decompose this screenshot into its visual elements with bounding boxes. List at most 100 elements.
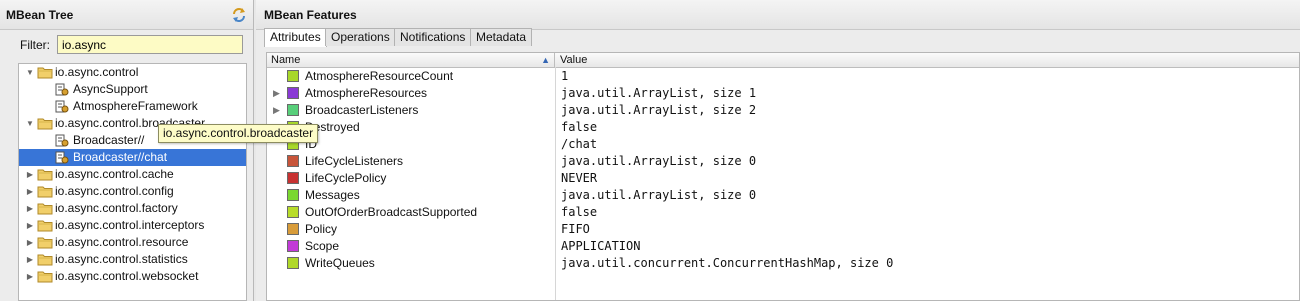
tree-folder-item[interactable]: ▶ io.async.control.interceptors [19,217,246,234]
collapsed-triangle-icon[interactable]: ▶ [25,183,35,200]
attribute-type-icon [287,172,299,184]
attributes-table: Name ▲ Value AtmosphereResourceCount 1 ▶ At… [266,52,1300,301]
tab-operations[interactable]: Operations [325,28,396,46]
mbean-icon [55,151,69,164]
tab-notifications[interactable]: Notifications [394,28,472,46]
expanded-triangle-icon[interactable]: ▼ [25,64,35,81]
folder-icon [37,202,53,215]
tree-item-label: io.async.control.interceptors [55,218,205,232]
attribute-value: FIFO [561,222,590,236]
mbean-features-panel: MBean Features Attributes Operations Notif… [256,0,1300,301]
mbean-tree-title: MBean Tree [0,0,253,30]
attribute-row[interactable]: ID/chat [267,136,1299,153]
tree-folder-item[interactable]: ▼ io.async.control [19,64,246,81]
filter-input[interactable] [57,35,243,54]
tree-bean-item[interactable]: AtmosphereFramework [19,98,246,115]
table-header: Name ▲ Value [267,53,1299,68]
attribute-row[interactable]: WriteQueues java.util.concurrent.Concurre… [267,255,1299,272]
column-header-value[interactable]: Value [556,53,587,67]
attribute-type-icon [287,189,299,201]
mbean-icon [55,134,69,147]
attribute-row[interactable]: AtmosphereResourceCount 1 [267,68,1299,85]
column-header-name[interactable]: Name ▲ [267,53,555,67]
attribute-row[interactable]: Messages java.util.ArrayList, size 0 [267,187,1299,204]
attribute-row[interactable]: LifeCyclePolicy NEVER [267,170,1299,187]
attribute-name: LifeCyclePolicy [305,171,387,185]
expand-triangle-icon[interactable]: ▶ [273,102,283,119]
attribute-row[interactable]: ▶ BroadcasterListeners java.util.ArrayList… [267,102,1299,119]
collapsed-triangle-icon[interactable]: ▶ [25,217,35,234]
mbean-features-title: MBean Features [256,0,1300,30]
folder-icon [37,219,53,232]
collapsed-triangle-icon[interactable]: ▶ [25,200,35,217]
folder-icon [37,185,53,198]
attribute-value: /chat [561,137,598,151]
attribute-name: AtmosphereResources [305,86,428,100]
filter-row: Filter: [0,34,253,56]
attribute-row[interactable]: LifeCycleListeners java.util.ArrayList, s… [267,153,1299,170]
collapsed-triangle-icon[interactable]: ▶ [25,166,35,183]
tree-item-label: io.async.control.resource [55,235,189,249]
tab-metadata[interactable]: Metadata [470,28,533,46]
tree-item-label: io.async.control.cache [55,167,174,181]
attribute-value: false [561,205,598,219]
attribute-type-icon [287,240,299,252]
attribute-row[interactable]: OutOfOrderBroadcastSupported false [267,204,1299,221]
folder-icon [37,117,53,130]
attribute-row[interactable]: ▶ AtmosphereResources java.util.ArrayList,… [267,85,1299,102]
attribute-name: LifeCycleListeners [305,154,404,168]
tab-attributes[interactable]: Attributes [264,28,327,47]
attribute-type-icon [287,206,299,218]
attribute-value: 1 [561,69,569,83]
tree-item-label: io.async.control.websocket [55,269,199,283]
attribute-name: WriteQueues [305,256,375,270]
attribute-name: AtmosphereResourceCount [305,69,454,83]
attribute-value: NEVER [561,171,598,185]
tree-item-label: AtmosphereFramework [73,99,198,113]
attribute-value: java.util.ArrayList, size 0 [561,188,757,202]
column-header-name-label: Name [271,54,301,66]
attribute-value: java.util.ArrayList, size 1 [561,86,757,100]
tree-item-label: io.async.control [55,65,139,79]
attribute-value: APPLICATION [561,239,641,253]
attribute-name: Messages [305,188,360,202]
collapsed-triangle-icon[interactable]: ▶ [25,251,35,268]
folder-icon [37,253,53,266]
tree-item-label: AsyncSupport [73,82,148,96]
collapsed-triangle-icon[interactable]: ▶ [25,268,35,285]
attribute-value: java.util.ArrayList, size 2 [561,103,757,117]
tree-bean-item[interactable]: AsyncSupport [19,81,246,98]
attribute-type-icon [287,155,299,167]
sort-ascending-icon: ▲ [541,55,550,65]
attribute-type-icon [287,70,299,82]
collapsed-triangle-icon[interactable]: ▶ [25,234,35,251]
expand-triangle-icon[interactable]: ▶ [273,85,283,102]
attribute-value: java.util.ArrayList, size 0 [561,154,757,168]
tree-item-label: io.async.control.statistics [55,252,188,266]
tree-item-label: Broadcaster// [73,133,145,147]
attribute-row[interactable]: Policy FIFO [267,221,1299,238]
tree-folder-item[interactable]: ▶ io.async.control.resource [19,234,246,251]
folder-icon [37,168,53,181]
mbean-tree: ▼ io.async.control AsyncSupport AtmosphereF… [18,63,247,301]
folder-icon [37,236,53,249]
attribute-row[interactable]: Scope APPLICATION [267,238,1299,255]
mbean-tree-panel: MBean Tree Filter: ▼ io.async.control Asyn… [0,0,254,301]
attribute-name: Policy [305,222,338,236]
tree-bean-item[interactable]: Broadcaster//chat [19,149,246,166]
filter-label: Filter: [20,38,50,52]
tree-folder-item[interactable]: ▶ io.async.control.cache [19,166,246,183]
attribute-name: BroadcasterListeners [305,103,419,117]
attribute-type-icon [287,104,299,116]
expanded-triangle-icon[interactable]: ▼ [25,115,35,132]
refresh-icon[interactable] [231,7,247,23]
tree-item-label: Broadcaster//chat [73,150,168,164]
mbean-icon [55,83,69,96]
tree-folder-item[interactable]: ▶ io.async.control.factory [19,200,246,217]
tree-tooltip: io.async.control.broadcaster [158,124,319,143]
tree-folder-item[interactable]: ▶ io.async.control.websocket [19,268,246,285]
tree-folder-item[interactable]: ▶ io.async.control.statistics [19,251,246,268]
attribute-row[interactable]: Destroyed false [267,119,1299,136]
tree-folder-item[interactable]: ▶ io.async.control.config [19,183,246,200]
attribute-name: OutOfOrderBroadcastSupported [305,205,478,219]
